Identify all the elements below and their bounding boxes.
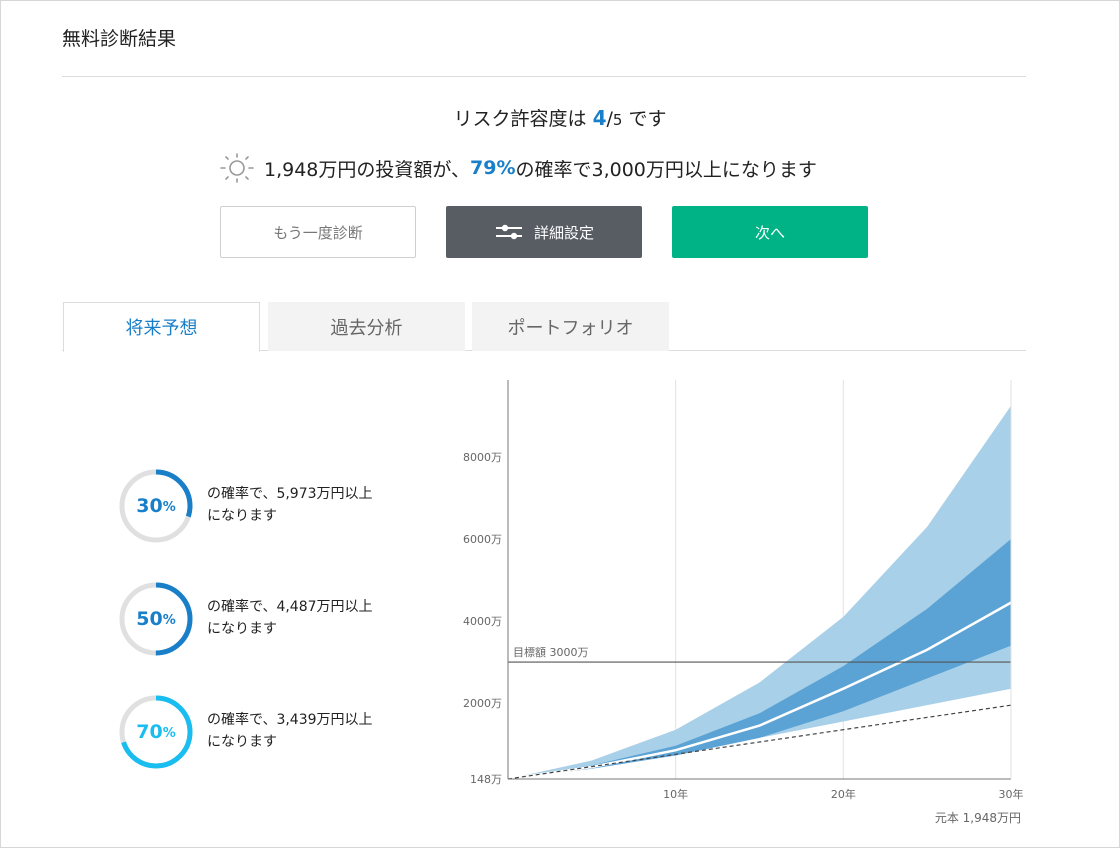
tab-future-forecast[interactable]: 将来予想 (63, 302, 260, 352)
y-tick-label: 2000万 (463, 697, 502, 710)
y-tick-label: 6000万 (463, 533, 502, 546)
x-tick-label: 20年 (831, 787, 856, 801)
x-tick-label: 10年 (663, 787, 688, 801)
y-tick-label: 4000万 (463, 615, 502, 628)
y-tick-label: 148万 (470, 773, 502, 786)
target-label: 目標額 3000万 (513, 645, 589, 659)
x-tick-label: 30年 (999, 787, 1024, 801)
principal-label: 元本 1,948万円 (935, 811, 1021, 825)
forecast-chart: 目標額 3000万 148万 2000万 4000万 6000万 8000万 10年 20年 3… (463, 380, 1024, 825)
tab-label: 将来予想 (125, 318, 198, 339)
y-tick-label: 8000万 (463, 451, 502, 464)
